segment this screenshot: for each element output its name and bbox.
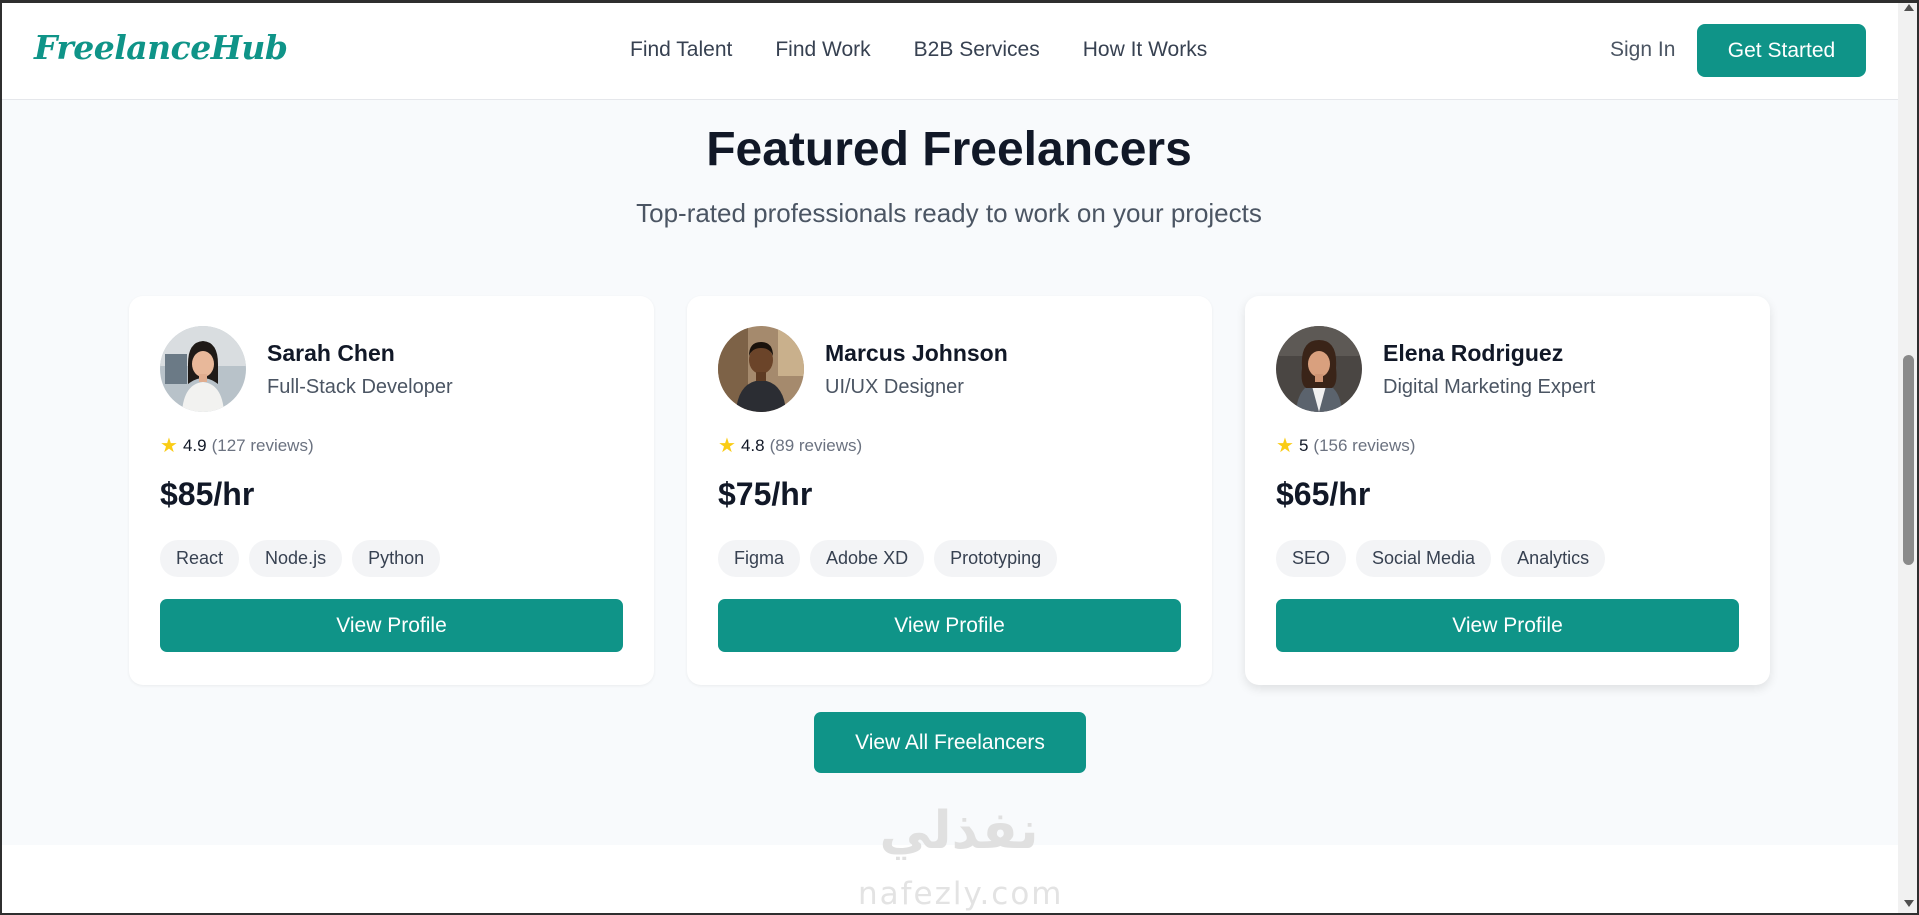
freelancer-card: Marcus Johnson UI/UX Designer ★ 4.8 (89 … <box>687 296 1212 685</box>
man-portrait-icon <box>718 326 804 412</box>
view-all-freelancers-button[interactable]: View All Freelancers <box>814 712 1086 773</box>
hourly-rate: $85/hr <box>160 476 255 512</box>
star-icon: ★ <box>1276 435 1294 457</box>
freelancer-role: UI/UX Designer <box>825 376 964 398</box>
skill-tag: SEO <box>1276 540 1347 577</box>
rating-value: 5 <box>1298 436 1309 455</box>
skill-tag: Adobe XD <box>810 540 925 577</box>
view-profile-button[interactable]: View Profile <box>160 599 623 652</box>
section-title: Featured Freelancers <box>706 123 1192 176</box>
freelancer-name: Elena Rodriguez <box>1383 340 1564 366</box>
brand-logo[interactable]: FreelanceHub <box>34 28 288 67</box>
watermark-logo-text: نفذلي <box>879 801 1038 860</box>
rating: ★ 4.8 (89 reviews) <box>718 436 862 456</box>
skill-tag: Figma <box>718 540 801 577</box>
section-subtitle: Top-rated professionals ready to work on… <box>636 198 1262 228</box>
scroll-up-arrow-icon[interactable] <box>1904 4 1914 11</box>
scrollbar-thumb[interactable] <box>1903 355 1914 565</box>
freelancer-role: Digital Marketing Expert <box>1383 376 1596 398</box>
nav-b2b-services[interactable]: B2B Services <box>914 38 1040 62</box>
view-profile-button[interactable]: View Profile <box>1276 599 1739 652</box>
watermark-logo: نفذلي <box>879 801 1038 860</box>
skill-tag: Social Media <box>1356 540 1492 577</box>
hourly-rate: $65/hr <box>1276 476 1371 512</box>
freelancer-name: Marcus Johnson <box>825 340 1008 366</box>
top-navigation-bar: FreelanceHub Find Talent Find Work B2B S… <box>0 0 1898 100</box>
nav-find-talent[interactable]: Find Talent <box>630 38 732 62</box>
rating: ★ 4.9 (127 reviews) <box>160 436 314 456</box>
freelancer-name: Sarah Chen <box>267 340 395 366</box>
sign-in-link[interactable]: Sign In <box>1610 38 1675 62</box>
avatar <box>1276 326 1362 412</box>
skill-tag: Node.js <box>249 540 343 577</box>
skill-tag: Analytics <box>1501 540 1606 577</box>
view-profile-button[interactable]: View Profile <box>718 599 1181 652</box>
woman-portrait-icon <box>1276 326 1362 412</box>
featured-freelancers-section: Featured Freelancers Top-rated professio… <box>0 100 1898 845</box>
freelancer-card: Sarah Chen Full-Stack Developer ★ 4.9 (1… <box>129 296 654 685</box>
review-count: (156 reviews) <box>1313 436 1416 455</box>
skill-tags: SEO Social Media Analytics <box>1276 540 1606 577</box>
star-icon: ★ <box>718 435 736 457</box>
skill-tags: Figma Adobe XD Prototyping <box>718 540 1058 577</box>
star-icon: ★ <box>160 435 178 457</box>
avatar <box>160 326 246 412</box>
skill-tag: Prototyping <box>934 540 1058 577</box>
scroll-down-arrow-icon[interactable] <box>1904 900 1914 907</box>
rating: ★ 5 (156 reviews) <box>1276 436 1415 456</box>
review-count: (127 reviews) <box>211 436 314 455</box>
skill-tag: React <box>160 540 240 577</box>
rating-value: 4.9 <box>182 436 207 455</box>
avatar <box>718 326 804 412</box>
nav-how-it-works[interactable]: How It Works <box>1083 38 1207 62</box>
nav-find-work[interactable]: Find Work <box>775 38 870 62</box>
review-count: (89 reviews) <box>769 436 863 455</box>
woman-portrait-icon <box>160 326 246 412</box>
get-started-button[interactable]: Get Started <box>1697 24 1866 77</box>
freelancer-role: Full-Stack Developer <box>267 376 453 398</box>
skill-tags: React Node.js Python <box>160 540 441 577</box>
freelancer-card: Elena Rodriguez Digital Marketing Expert… <box>1245 296 1770 685</box>
skill-tag: Python <box>352 540 441 577</box>
main-nav: Find Talent Find Work B2B Services How I… <box>630 38 1207 62</box>
rating-value: 4.8 <box>740 436 765 455</box>
watermark-text: nafezly.com <box>858 876 1064 912</box>
hourly-rate: $75/hr <box>718 476 813 512</box>
